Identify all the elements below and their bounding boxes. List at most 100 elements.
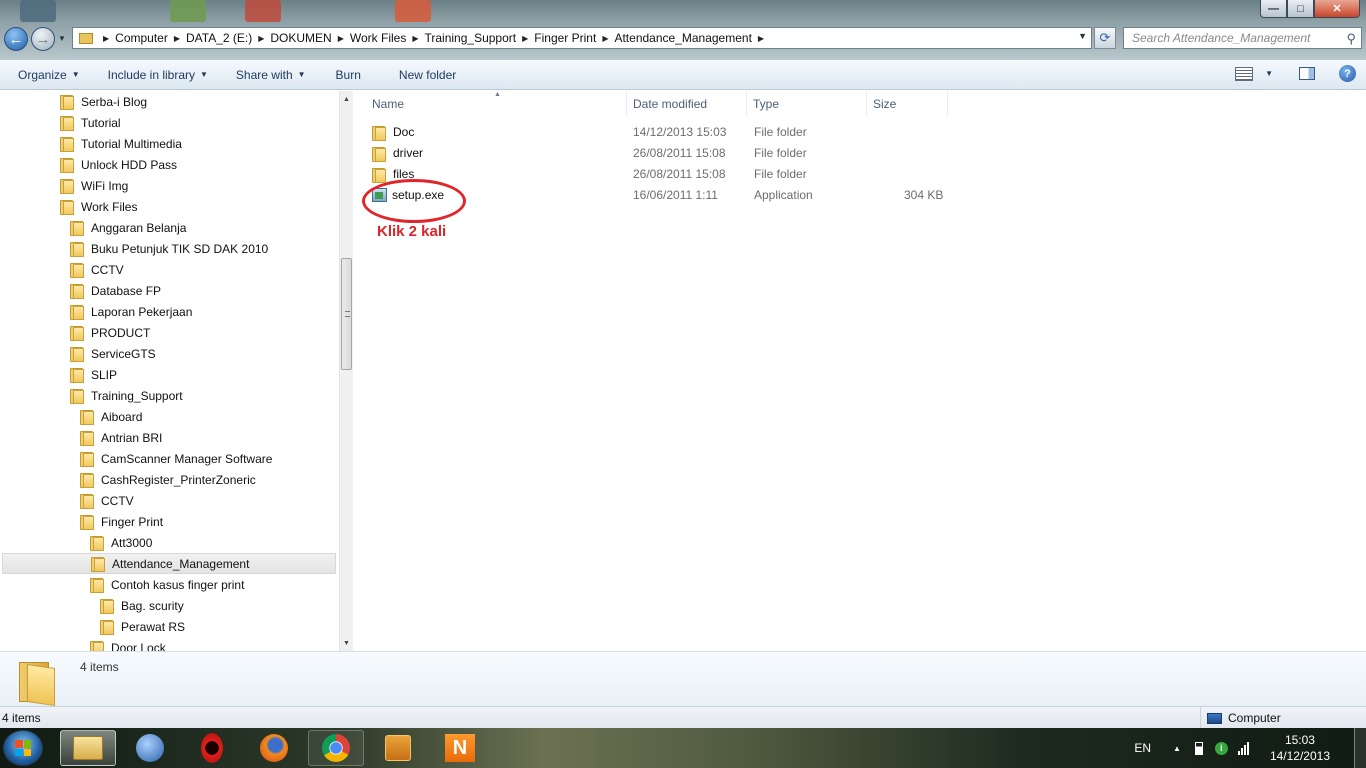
list-item[interactable]: files 26/08/2011 15:08 File folder xyxy=(372,164,972,185)
tree-item[interactable]: Aiboard xyxy=(80,406,142,427)
start-button[interactable] xyxy=(3,730,43,766)
taskbar-nero[interactable]: N xyxy=(432,730,488,766)
chevron-right-icon[interactable]: ▶ xyxy=(412,34,418,43)
new-folder-button[interactable]: New folder xyxy=(391,64,464,86)
tree-item[interactable]: Work Files xyxy=(60,196,137,217)
breadcrumb-finger-print[interactable]: Finger Print xyxy=(534,31,596,45)
battery-icon[interactable] xyxy=(1194,741,1203,755)
search-box[interactable]: ⚲ xyxy=(1123,27,1362,49)
chevron-right-icon[interactable]: ▶ xyxy=(103,34,109,43)
tree-item[interactable]: Tutorial xyxy=(60,112,121,133)
column-header-name[interactable]: Name xyxy=(366,91,627,116)
forward-button[interactable]: → xyxy=(31,27,55,51)
file-name-label: Doc xyxy=(393,125,415,139)
tree-item[interactable]: CCTV xyxy=(80,490,134,511)
organize-button[interactable]: Organize ▼ xyxy=(10,64,88,86)
action-center-icon[interactable]: i xyxy=(1214,741,1228,755)
breadcrumb-training-support[interactable]: Training_Support xyxy=(425,31,517,45)
tree-item[interactable]: Att3000 xyxy=(90,532,152,553)
search-input[interactable] xyxy=(1132,31,1332,45)
tree-item[interactable]: Antrian BRI xyxy=(80,427,162,448)
taskbar-opera[interactable] xyxy=(184,730,240,766)
show-hidden-icons-icon[interactable]: ▲ xyxy=(1173,744,1181,753)
chevron-right-icon[interactable]: ▶ xyxy=(602,34,608,43)
tree-item[interactable]: Contoh kasus finger print xyxy=(90,574,244,595)
tree-item[interactable]: PRODUCT xyxy=(70,322,150,343)
tree-item[interactable]: Serba-i Blog xyxy=(60,91,147,112)
network-signal-icon[interactable] xyxy=(1237,741,1250,755)
tree-item-selected[interactable]: Attendance_Management xyxy=(2,553,336,574)
share-with-button[interactable]: Share with ▼ xyxy=(228,64,314,86)
show-desktop-button[interactable] xyxy=(1354,728,1366,768)
tree-item-label: Contoh kasus finger print xyxy=(111,577,245,592)
tree-item-label: Unlock HDD Pass xyxy=(81,157,178,172)
address-history-dropdown-icon[interactable]: ▼ xyxy=(1078,31,1087,41)
tree-item[interactable]: CCTV xyxy=(70,259,124,280)
tree-item[interactable]: Training_Support xyxy=(70,385,183,406)
background-icon xyxy=(20,0,56,22)
tree-item[interactable]: Bag. scurity xyxy=(100,595,184,616)
tree-item-label: Work Files xyxy=(81,199,138,214)
folder-icon xyxy=(19,660,59,702)
tree-item[interactable]: Door Lock xyxy=(90,637,166,651)
scroll-down-icon[interactable]: ▼ xyxy=(343,640,350,647)
breadcrumb-attendance-management[interactable]: Attendance_Management xyxy=(614,31,751,45)
recent-pages-dropdown-icon[interactable]: ▼ xyxy=(58,34,66,43)
language-indicator[interactable]: EN xyxy=(1134,741,1151,755)
taskbar-windows-explorer[interactable] xyxy=(60,730,116,766)
list-item[interactable]: Doc 14/12/2013 15:03 File folder xyxy=(372,122,972,143)
chevron-right-icon[interactable]: ▶ xyxy=(758,34,764,43)
tree-item[interactable]: Finger Print xyxy=(80,511,163,532)
refresh-button[interactable]: ⟳ xyxy=(1094,27,1116,49)
folder-icon xyxy=(100,599,114,614)
tree-item[interactable]: Laporan Pekerjaan xyxy=(70,301,192,322)
include-in-library-button[interactable]: Include in library ▼ xyxy=(100,64,216,86)
scroll-up-icon[interactable]: ▲ xyxy=(343,96,350,103)
minimize-button[interactable]: — xyxy=(1260,0,1287,18)
column-header-size[interactable]: Size xyxy=(867,91,948,116)
tree-item[interactable]: CamScanner Manager Software xyxy=(80,448,272,469)
chevron-down-icon[interactable]: ▼ xyxy=(1265,69,1273,78)
tree-item[interactable]: Anggaran Belanja xyxy=(70,217,186,238)
breadcrumb-computer[interactable]: Computer xyxy=(115,31,168,45)
folder-icon xyxy=(80,494,94,509)
taskbar-chrome[interactable] xyxy=(308,730,364,766)
breadcrumb-data2[interactable]: DATA_2 (E:) xyxy=(186,31,252,45)
address-bar[interactable]: ▶ Computer ▶ DATA_2 (E:) ▶ DOKUMEN ▶ Wor… xyxy=(72,27,1092,49)
tree-item[interactable]: Perawat RS xyxy=(100,616,185,637)
preview-pane-icon[interactable] xyxy=(1299,67,1315,80)
tree-item[interactable]: Tutorial Multimedia xyxy=(60,133,182,154)
taskbar-media-player[interactable] xyxy=(370,730,426,766)
chevron-right-icon[interactable]: ▶ xyxy=(174,34,180,43)
tree-item[interactable]: Unlock HDD Pass xyxy=(60,154,177,175)
chevron-right-icon[interactable]: ▶ xyxy=(338,34,344,43)
change-view-icon[interactable] xyxy=(1235,66,1254,81)
chevron-right-icon[interactable]: ▶ xyxy=(258,34,264,43)
file-date: 26/08/2011 15:08 xyxy=(633,146,726,160)
close-button[interactable]: ✕ xyxy=(1314,0,1360,18)
list-item[interactable]: driver 26/08/2011 15:08 File folder xyxy=(372,143,972,164)
navigation-scrollbar[interactable]: ▲ ▼ xyxy=(339,91,353,651)
tree-item[interactable]: CashRegister_PrinterZoneric xyxy=(80,469,256,490)
taskbar-firefox[interactable] xyxy=(246,730,302,766)
column-header-type[interactable]: Type xyxy=(747,91,867,116)
tree-item[interactable]: SLIP xyxy=(70,364,117,385)
file-name-label: driver xyxy=(393,146,424,160)
breadcrumb-dokumen[interactable]: DOKUMEN xyxy=(270,31,331,45)
burn-button[interactable]: Burn xyxy=(328,64,369,86)
breadcrumb-work-files[interactable]: Work Files xyxy=(350,31,406,45)
help-icon[interactable]: ? xyxy=(1339,65,1356,82)
tree-item[interactable]: Buku Petunjuk TIK SD DAK 2010 xyxy=(70,238,268,259)
search-icon[interactable]: ⚲ xyxy=(1346,31,1356,47)
back-button[interactable]: ← xyxy=(4,27,28,51)
tree-item[interactable]: ServiceGTS xyxy=(70,343,156,364)
folder-icon xyxy=(60,95,74,110)
column-header-date-modified[interactable]: Date modified xyxy=(627,91,747,116)
chevron-right-icon[interactable]: ▶ xyxy=(522,34,528,43)
tree-item[interactable]: WiFi Img xyxy=(60,175,128,196)
tree-item[interactable]: Database FP xyxy=(70,280,161,301)
clock[interactable]: 15:03 14/12/2013 xyxy=(1270,732,1330,764)
maximize-button[interactable]: □ xyxy=(1287,0,1314,18)
scrollbar-thumb[interactable] xyxy=(341,258,352,370)
taskbar-thunderbird[interactable] xyxy=(122,730,178,766)
